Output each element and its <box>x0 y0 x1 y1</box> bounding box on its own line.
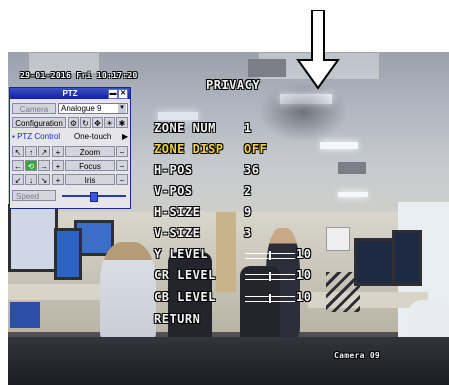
zoom-in-button[interactable]: + <box>52 146 64 157</box>
speed-slider-thumb[interactable] <box>90 192 98 202</box>
menu-label-cr-level[interactable]: CR LEVEL <box>154 268 216 282</box>
chevron-right-icon[interactable]: ▶ <box>122 131 128 142</box>
camera-select[interactable]: Analogue 9 ▼ <box>58 103 128 114</box>
monitor <box>392 230 422 286</box>
pan-up-button[interactable]: ↑ <box>25 146 37 157</box>
speed-row: Speed <box>12 190 128 202</box>
pan-up-left-button[interactable]: ↖ <box>12 146 24 157</box>
menu-label-zone-disp[interactable]: ZONE DISP <box>154 142 224 156</box>
air-vent <box>338 162 366 174</box>
menu-value-y-level: 10 <box>296 247 312 261</box>
down-arrow-icon <box>296 10 340 90</box>
camera-label-overlay: Camera 09 <box>334 351 381 360</box>
focus-row: ← ⟲ → + Focus − <box>12 160 128 171</box>
tab-ptz-control[interactable]: ▪ PTZ Control <box>12 131 60 142</box>
pan-left-button[interactable]: ← <box>12 160 24 171</box>
menu-value-h-size: 9 <box>244 205 252 219</box>
move-icon[interactable]: ✥ <box>92 117 103 128</box>
menu-value-cr-level: 10 <box>296 268 312 282</box>
slider-thumb <box>269 272 271 281</box>
person-seated <box>100 242 156 342</box>
iris-label: Iris <box>65 174 115 185</box>
floor <box>8 337 449 385</box>
speed-slider[interactable] <box>62 192 126 202</box>
ptz-title-bar[interactable]: PTZ ▬ ✕ <box>10 88 130 99</box>
ceiling-light <box>158 112 198 120</box>
zoom-label: Zoom <box>65 146 115 157</box>
ptz-title: PTZ <box>62 89 78 98</box>
menu-label-return[interactable]: RETURN <box>154 312 200 326</box>
close-icon[interactable]: ✕ <box>118 89 128 99</box>
whiteboard <box>326 227 350 251</box>
monitor <box>8 204 58 272</box>
top-margin <box>0 0 449 52</box>
railing <box>326 272 360 312</box>
minimize-icon[interactable]: ▬ <box>108 89 118 99</box>
light-icon[interactable]: ☀ <box>104 117 115 128</box>
pan-right-button[interactable]: → <box>38 160 50 171</box>
pan-up-right-button[interactable]: ↗ <box>38 146 50 157</box>
configuration-button[interactable]: Configuration <box>12 117 66 128</box>
zoom-row: ↖ ↑ ↗ + Zoom − <box>12 146 128 157</box>
pan-down-left-button[interactable]: ↙ <box>12 174 24 185</box>
menu-label-h-pos[interactable]: H-POS <box>154 163 193 177</box>
focus-near-button[interactable]: + <box>52 160 64 171</box>
ceiling-light <box>338 192 368 197</box>
menu-label-zone-num[interactable]: ZONE NUM <box>154 121 216 135</box>
patrol-icon[interactable]: ↻ <box>80 117 91 128</box>
settings-icon[interactable]: ✱ <box>116 117 128 128</box>
focus-label: Focus <box>65 160 115 171</box>
menu-value-h-pos: 36 <box>244 163 260 177</box>
camera-row: Camera Analogue 9 ▼ <box>12 103 128 114</box>
slider-thumb <box>269 251 271 260</box>
cb-level-slider[interactable] <box>245 294 295 303</box>
chevron-down-icon: ▼ <box>118 104 126 113</box>
configuration-row: Configuration ⚙ ↻ ✥ ☀ ✱ <box>12 117 128 128</box>
menu-label-h-size[interactable]: H-SIZE <box>154 205 200 219</box>
camera-label: Camera <box>12 103 56 114</box>
air-vent <box>248 59 286 77</box>
pan-down-right-button[interactable]: ↘ <box>38 174 50 185</box>
tab-one-touch[interactable]: One-touch <box>74 131 111 142</box>
privacy-mask-zone <box>258 82 348 142</box>
slider-thumb <box>269 294 271 303</box>
menu-label-v-size[interactable]: V-SIZE <box>154 226 200 240</box>
menu-title: PRIVACY <box>206 78 261 92</box>
preset-icon[interactable]: ⚙ <box>68 117 79 128</box>
zoom-out-button[interactable]: − <box>116 146 128 157</box>
ptz-control-label: PTZ Control <box>17 132 61 141</box>
menu-value-v-size: 3 <box>244 226 252 240</box>
menu-value-zone-disp: OFF <box>244 142 268 156</box>
menu-label-cb-level[interactable]: CB LEVEL <box>154 290 216 304</box>
camera-select-value: Analogue 9 <box>61 104 102 113</box>
doorway <box>216 212 236 292</box>
ptz-panel: PTZ ▬ ✕ Camera Analogue 9 ▼ Configuratio… <box>9 87 131 209</box>
iris-row: ↙ ↓ ↘ + Iris − <box>12 174 128 185</box>
datetime-overlay: 29-01-2016 Fri 10:17:20 <box>20 71 138 80</box>
mode-row: ▪ PTZ Control One-touch ▶ <box>12 131 128 142</box>
blue-bin <box>10 302 40 328</box>
iris-open-button[interactable]: + <box>52 174 64 185</box>
focus-far-button[interactable]: − <box>116 160 128 171</box>
menu-value-v-pos: 2 <box>244 184 252 198</box>
speed-label: Speed <box>12 190 56 201</box>
monitor <box>54 228 82 280</box>
menu-label-v-pos[interactable]: V-POS <box>154 184 193 198</box>
menu-value-zone-num: 1 <box>244 121 252 135</box>
menu-label-y-level[interactable]: Y LEVEL <box>154 247 208 261</box>
y-level-slider[interactable] <box>245 251 295 260</box>
pan-home-button[interactable]: ⟲ <box>25 160 37 171</box>
monitor <box>354 238 396 286</box>
iris-close-button[interactable]: − <box>116 174 128 185</box>
pan-down-button[interactable]: ↓ <box>25 174 37 185</box>
menu-value-cb-level: 10 <box>296 290 312 304</box>
cr-level-slider[interactable] <box>245 272 295 281</box>
ceiling-light <box>320 142 358 149</box>
